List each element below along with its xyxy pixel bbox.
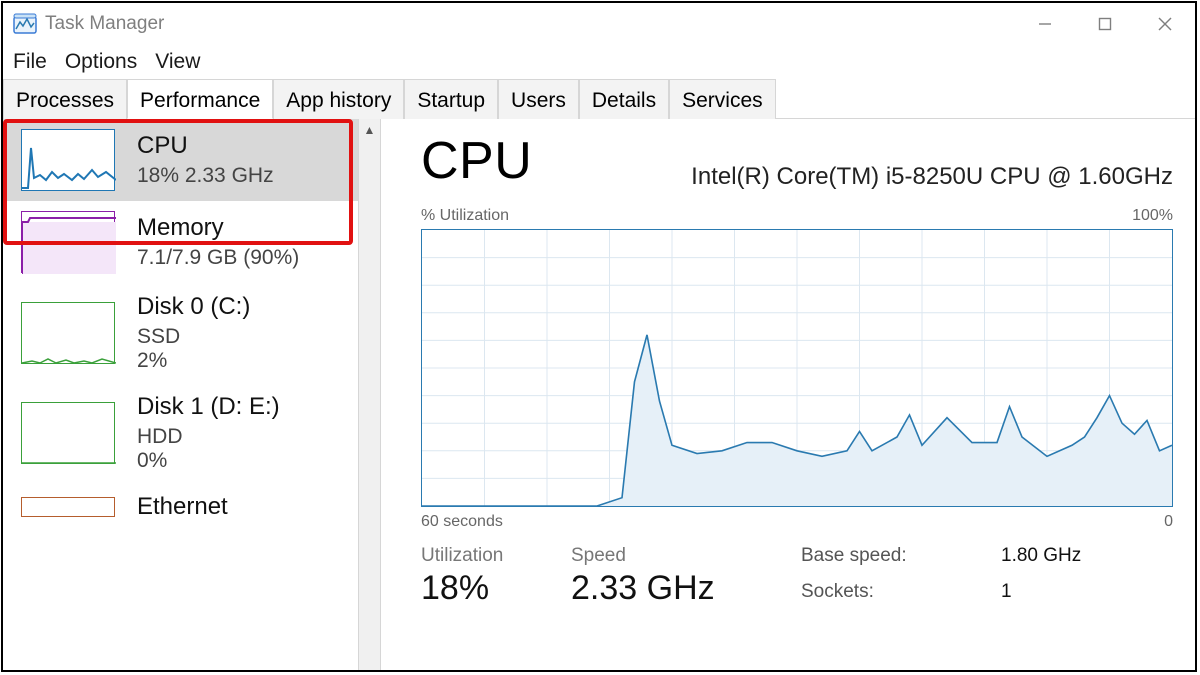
minimize-button[interactable] bbox=[1015, 3, 1075, 45]
body: CPU 18% 2.33 GHz Memory 7.1/7.9 GB bbox=[3, 119, 1195, 670]
menu-view[interactable]: View bbox=[155, 50, 200, 74]
tab-startup[interactable]: Startup bbox=[404, 79, 498, 119]
titlebar: Task Manager bbox=[3, 3, 1195, 45]
panel-title: CPU bbox=[421, 131, 532, 191]
tab-details[interactable]: Details bbox=[579, 79, 669, 119]
axis-top-left: % Utilization bbox=[421, 207, 509, 225]
sidebar-item-sub: HDD 0% bbox=[137, 425, 280, 473]
sidebar: CPU 18% 2.33 GHz Memory 7.1/7.9 GB bbox=[3, 119, 358, 670]
sidebar-scrollbar[interactable]: ▲ bbox=[358, 119, 380, 670]
axis-bottom-right: 0 bbox=[1164, 513, 1173, 531]
sidebar-item-sub: SSD 2% bbox=[137, 325, 250, 373]
cpu-model: Intel(R) Core(TM) i5-8250U CPU @ 1.60GHz bbox=[691, 163, 1173, 191]
sidebar-item-label: Memory bbox=[137, 214, 299, 242]
menu-file[interactable]: File bbox=[13, 50, 47, 74]
cpu-utilization-chart bbox=[421, 229, 1173, 507]
memory-thumb-icon bbox=[21, 211, 115, 273]
sidebar-item-sub: 18% 2.33 GHz bbox=[137, 164, 274, 188]
window-title: Task Manager bbox=[45, 13, 164, 35]
sidebar-wrap: CPU 18% 2.33 GHz Memory 7.1/7.9 GB bbox=[3, 119, 381, 670]
axis-bottom-left: 60 seconds bbox=[421, 513, 503, 531]
cpu-thumb-icon bbox=[21, 129, 115, 191]
sidebar-item-memory[interactable]: Memory 7.1/7.9 GB (90%) bbox=[3, 201, 358, 283]
utilization-value: 18% bbox=[421, 569, 571, 608]
tab-app-history[interactable]: App history bbox=[273, 79, 404, 119]
sidebar-item-label: Disk 1 (D: E:) bbox=[137, 393, 280, 421]
ethernet-thumb-icon bbox=[21, 497, 115, 517]
sidebar-item-disk1[interactable]: Disk 1 (D: E:) HDD 0% bbox=[3, 383, 358, 483]
tab-performance[interactable]: Performance bbox=[127, 79, 273, 119]
menubar: File Options View bbox=[3, 45, 1195, 79]
speed-label: Speed bbox=[571, 545, 801, 567]
app-icon bbox=[11, 10, 39, 38]
disk1-thumb-icon bbox=[21, 402, 115, 464]
speed-value: 2.33 GHz bbox=[571, 569, 801, 608]
sockets-label: Sockets: bbox=[801, 581, 1001, 609]
axis-top-right: 100% bbox=[1132, 207, 1173, 225]
sidebar-item-sub: 7.1/7.9 GB (90%) bbox=[137, 246, 299, 270]
disk0-thumb-icon bbox=[21, 302, 115, 364]
tab-processes[interactable]: Processes bbox=[3, 79, 127, 119]
close-button[interactable] bbox=[1135, 3, 1195, 45]
sidebar-item-label: Disk 0 (C:) bbox=[137, 293, 250, 321]
sidebar-item-cpu[interactable]: CPU 18% 2.33 GHz bbox=[3, 119, 358, 201]
maximize-button[interactable] bbox=[1075, 3, 1135, 45]
menu-options[interactable]: Options bbox=[65, 50, 137, 74]
tabs: Processes Performance App history Startu… bbox=[3, 79, 1195, 119]
base-speed-label: Base speed: bbox=[801, 545, 1001, 573]
sidebar-item-label: Ethernet bbox=[137, 493, 228, 521]
sidebar-item-label: CPU bbox=[137, 132, 274, 160]
sidebar-item-ethernet[interactable]: Ethernet bbox=[3, 483, 358, 531]
sockets-value: 1 bbox=[1001, 581, 1081, 609]
utilization-label: Utilization bbox=[421, 545, 571, 567]
task-manager-window: Task Manager File Options View Processes… bbox=[1, 1, 1197, 672]
base-speed-value: 1.80 GHz bbox=[1001, 545, 1081, 573]
sidebar-item-disk0[interactable]: Disk 0 (C:) SSD 2% bbox=[3, 283, 358, 383]
main-panel: CPU Intel(R) Core(TM) i5-8250U CPU @ 1.6… bbox=[381, 119, 1195, 670]
tab-users[interactable]: Users bbox=[498, 79, 579, 119]
scroll-up-icon[interactable]: ▲ bbox=[359, 119, 380, 141]
tab-services[interactable]: Services bbox=[669, 79, 776, 119]
